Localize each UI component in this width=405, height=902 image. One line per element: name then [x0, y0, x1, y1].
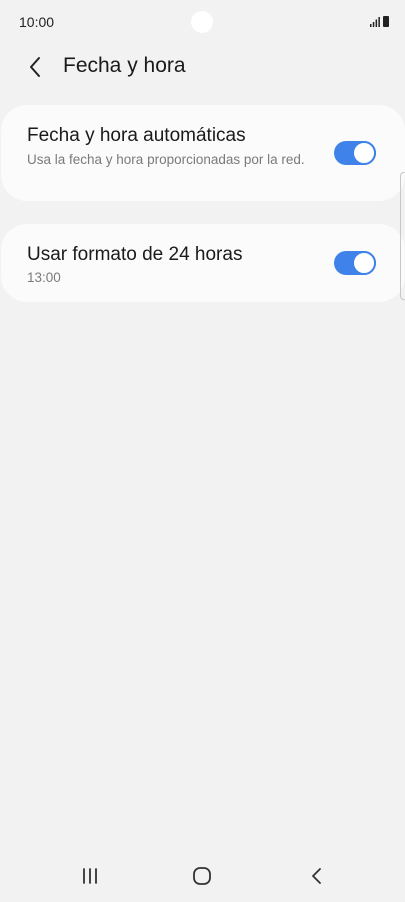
recents-button[interactable] [78, 866, 102, 886]
chevron-left-icon [30, 57, 40, 77]
24-hour-format-setting[interactable]: Usar formato de 24 horas 13:00 [1, 224, 405, 302]
toggle-knob [352, 141, 376, 165]
home-button[interactable] [190, 866, 214, 886]
back-button[interactable] [20, 52, 50, 82]
status-time: 10:00 [19, 14, 55, 30]
setting-title: Fecha y hora automáticas [27, 125, 246, 146]
setting-title: Usar formato de 24 horas [27, 244, 243, 265]
battery-icon [383, 16, 389, 27]
page-title: Fecha y hora [63, 54, 186, 77]
recents-icon [83, 868, 97, 884]
24-hour-format-toggle[interactable] [334, 251, 376, 275]
status-icons [370, 15, 389, 27]
scroll-indicator[interactable] [400, 172, 405, 300]
home-icon [193, 867, 211, 885]
camera-cutout [191, 11, 213, 33]
nav-back-button[interactable] [304, 866, 328, 886]
header: Fecha y hora [0, 44, 405, 88]
setting-subtitle: Usa la fecha y hora proporcionadas por l… [27, 152, 305, 167]
auto-date-time-setting[interactable]: Fecha y hora automáticas Usa la fecha y … [1, 105, 405, 201]
back-icon [312, 868, 321, 884]
auto-date-time-toggle[interactable] [334, 141, 376, 165]
setting-subtitle: 13:00 [27, 270, 61, 285]
signal-icon [370, 17, 380, 27]
status-bar: 10:00 [0, 0, 405, 44]
navigation-bar [0, 852, 405, 902]
toggle-knob [352, 251, 376, 275]
